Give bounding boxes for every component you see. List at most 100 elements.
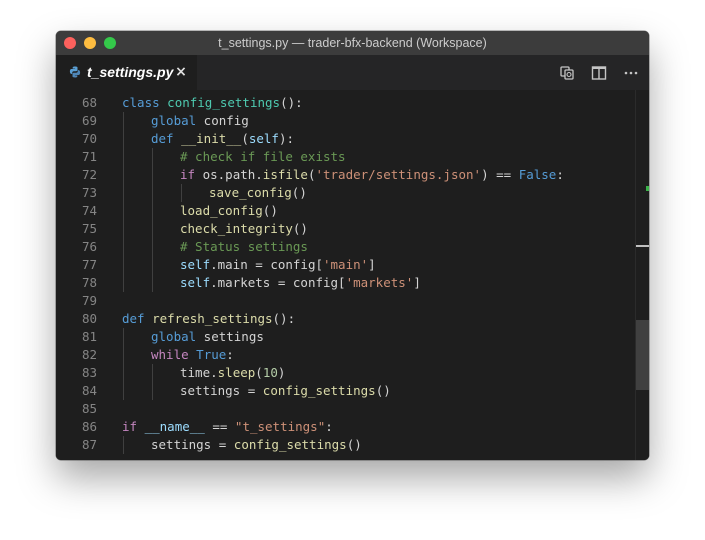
- indent-guide: [123, 382, 124, 400]
- indent-guide: [123, 184, 124, 202]
- code-token: self: [248, 131, 279, 146]
- line-number: 77: [81, 257, 97, 272]
- code-line: global settings: [151, 328, 264, 346]
- line-number: 74: [81, 203, 97, 218]
- indent-guide: [123, 166, 124, 184]
- code-token: ]: [413, 275, 421, 290]
- code-line: global config: [151, 112, 249, 130]
- code-area[interactable]: class config_settings(): global config def…: [122, 90, 622, 460]
- indent-guide: [152, 238, 153, 256]
- indent-guide: [152, 202, 153, 220]
- indent-guide: [123, 364, 124, 382]
- indent-guide: [152, 382, 153, 400]
- tab-t-settings[interactable]: t_settings.py ×: [56, 55, 197, 90]
- more-actions-icon[interactable]: [622, 64, 640, 82]
- code-token: settings: [196, 329, 264, 344]
- split-editor-icon[interactable]: [590, 64, 608, 82]
- indent-guide: [123, 202, 124, 220]
- code-line: load_config(): [180, 202, 278, 220]
- code-token: :: [325, 419, 333, 434]
- code-token: :: [226, 347, 234, 362]
- editor-window: t_settings.py — trader-bfx-backend (Work…: [56, 31, 649, 460]
- line-number: 83: [81, 365, 97, 380]
- vertical-scrollbar[interactable]: [635, 90, 649, 460]
- scrollbar-cursor-marker: [636, 245, 649, 247]
- code-token: __init__: [181, 131, 242, 146]
- code-token: config_settings: [262, 383, 376, 398]
- code-line: self.main = config['main']: [180, 256, 376, 274]
- code-token: isfile: [262, 167, 308, 182]
- code-token: :: [556, 167, 564, 182]
- tab-close-icon[interactable]: ×: [174, 55, 188, 90]
- open-changes-icon[interactable]: [558, 64, 576, 82]
- code-line: if __name__ == "t_settings":: [122, 418, 333, 436]
- line-number: 78: [81, 275, 97, 290]
- line-number: 85: [81, 401, 97, 416]
- indent-guide: [123, 436, 124, 454]
- code-editor[interactable]: 68 69 70 71 72 73 74 75 76 77 78 79 80 81 82 83 84 85 86 87…: [56, 90, 649, 460]
- line-number: 81: [81, 329, 97, 344]
- code-token: # check if file exists: [180, 149, 346, 164]
- code-token: self: [180, 257, 211, 272]
- indent-guide: [152, 148, 153, 166]
- code-token: sleep: [217, 365, 256, 380]
- indent-guide: [123, 274, 124, 292]
- code-line: class config_settings():: [122, 94, 303, 112]
- code-token: (): [346, 437, 362, 452]
- code-token: ): [277, 365, 286, 380]
- python-icon: [69, 66, 81, 78]
- indent-guide: [123, 148, 124, 166]
- code-token: .markets = config[: [210, 275, 346, 290]
- code-token: # Status settings: [180, 239, 308, 254]
- code-token: 10: [262, 365, 278, 380]
- indent-guide: [181, 184, 182, 202]
- indent-guide: [123, 130, 124, 148]
- code-token: self: [180, 275, 211, 290]
- code-line: def __init__(self):: [151, 130, 294, 148]
- code-token: refresh_settings: [152, 311, 273, 326]
- indent-guide: [123, 238, 124, 256]
- code-token: check_integrity: [180, 221, 293, 236]
- code-line: # Status settings: [180, 238, 308, 256]
- code-token: os.path.: [195, 167, 263, 182]
- line-number: 79: [81, 293, 97, 308]
- code-token: (): [375, 383, 391, 398]
- code-token: save_config: [209, 185, 292, 200]
- code-token: (: [255, 365, 263, 380]
- code-token: ():: [280, 95, 303, 110]
- code-token: if: [122, 419, 138, 434]
- code-token: ():: [272, 311, 296, 326]
- code-token: (): [262, 203, 278, 218]
- code-line: def refresh_settings():: [122, 310, 295, 328]
- line-number: 69: [81, 113, 97, 128]
- code-token: (): [291, 185, 307, 200]
- tab-label: t_settings.py: [87, 64, 174, 80]
- code-line: while True:: [151, 346, 234, 364]
- indent-guide: [152, 220, 153, 238]
- indent-guide: [152, 364, 153, 382]
- line-number-gutter: 68 69 70 71 72 73 74 75 76 77 78 79 80 81 82 83 84 85 86 87: [56, 90, 108, 460]
- scrollbar-thumb[interactable]: [636, 320, 649, 390]
- code-line: self.markets = config['markets']: [180, 274, 421, 292]
- line-number: 73: [81, 185, 97, 200]
- title-bar: t_settings.py — trader-bfx-backend (Work…: [56, 31, 649, 55]
- line-number: 68: [81, 95, 97, 110]
- code-token: __name__: [144, 419, 205, 434]
- indent-guide: [123, 346, 124, 364]
- code-line: # check if file exists: [180, 148, 346, 166]
- indent-guide: [152, 256, 153, 274]
- code-token: (: [241, 131, 249, 146]
- line-number: 82: [81, 347, 97, 362]
- code-token: settings =: [180, 383, 263, 398]
- code-token: .main = config[: [210, 257, 323, 272]
- code-token: 'markets': [345, 275, 414, 290]
- code-token: config_settings: [233, 437, 347, 452]
- indent-guide: [152, 184, 153, 202]
- indent-guide: [152, 274, 153, 292]
- code-token: time.: [180, 365, 218, 380]
- code-token: 'trader/settings.json': [315, 167, 482, 182]
- line-number: 84: [81, 383, 97, 398]
